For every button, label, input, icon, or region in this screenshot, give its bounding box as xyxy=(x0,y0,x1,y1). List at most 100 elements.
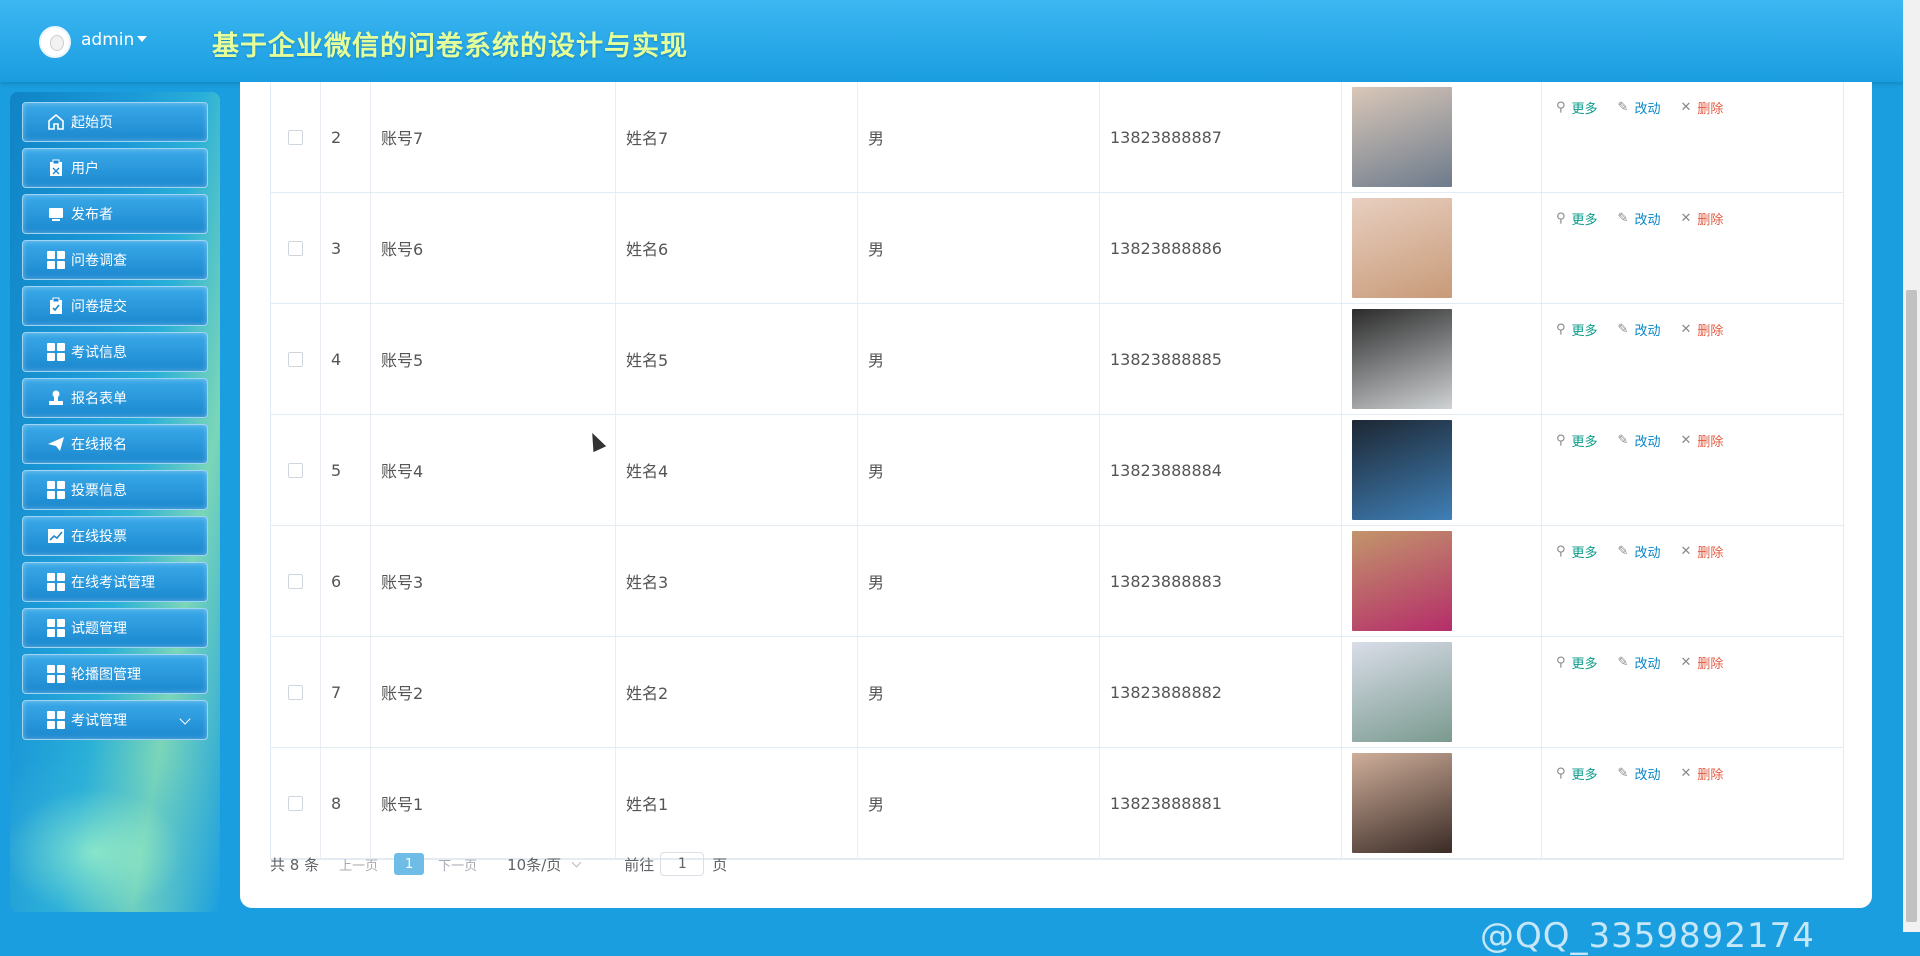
index-cell: 5 xyxy=(321,415,371,525)
more-label: 更多 xyxy=(1571,324,1598,339)
row-checkbox[interactable] xyxy=(288,240,303,256)
delete-button[interactable]: ✕ 删除 xyxy=(1680,431,1723,450)
scrollbar-thumb[interactable] xyxy=(1906,290,1917,922)
row-checkbox[interactable] xyxy=(288,684,303,700)
row-select-cell xyxy=(271,748,321,858)
edit-button[interactable]: ✎ 改动 xyxy=(1618,98,1661,117)
edit-button[interactable]: ✎ 改动 xyxy=(1618,764,1661,783)
watermark: CSDN @QQ_3359892174 xyxy=(1480,876,1815,956)
prev-page-button[interactable]: 上一页 xyxy=(339,855,378,874)
sidebar-item-4[interactable]: 问卷提交 xyxy=(22,286,208,326)
goto-page-input[interactable]: 1 xyxy=(660,852,705,876)
sex-value: 男 xyxy=(868,129,885,148)
table-row: 8 账号1 姓名1 男 13823888881 ⚲ 更多 ✎ 改动 ✕ 删除 xyxy=(271,748,1843,859)
sidebar-item-7[interactable]: 在线报名 xyxy=(22,424,208,464)
index-cell: 4 xyxy=(321,304,371,414)
row-checkbox[interactable] xyxy=(288,573,303,589)
sex-value: 男 xyxy=(868,462,885,481)
index-cell: 3 xyxy=(321,193,371,303)
photo-cell xyxy=(1342,82,1542,192)
sidebar-item-5[interactable]: 考试信息 xyxy=(22,332,208,372)
user-name[interactable]: admin xyxy=(81,30,134,50)
sidebar-item-label: 报名表单 xyxy=(71,391,127,407)
more-button[interactable]: ⚲ 更多 xyxy=(1556,653,1598,672)
sidebar-item-label: 用户 xyxy=(71,161,99,177)
edit-button[interactable]: ✎ 改动 xyxy=(1618,209,1661,228)
more-button[interactable]: ⚲ 更多 xyxy=(1556,431,1598,450)
more-button[interactable]: ⚲ 更多 xyxy=(1556,320,1598,339)
edit-button[interactable]: ✎ 改动 xyxy=(1618,653,1661,672)
sidebar-item-2[interactable]: 发布者 xyxy=(22,194,208,234)
sidebar-item-1[interactable]: 用户 xyxy=(22,148,208,188)
chevron-down-icon[interactable] xyxy=(571,857,582,867)
chevron-down-icon[interactable] xyxy=(179,713,191,725)
sidebar-item-label: 试题管理 xyxy=(71,621,127,637)
sidebar-item-13[interactable]: 考试管理 xyxy=(22,700,208,740)
photo-cell xyxy=(1342,304,1542,414)
delete-button[interactable]: ✕ 删除 xyxy=(1680,320,1723,339)
more-button[interactable]: ⚲ 更多 xyxy=(1556,209,1598,228)
more-button[interactable]: ⚲ 更多 xyxy=(1556,542,1598,561)
row-index: 7 xyxy=(331,682,342,702)
edit-button[interactable]: ✎ 改动 xyxy=(1618,320,1661,339)
user-avatar[interactable] xyxy=(39,26,71,58)
delete-button[interactable]: ✕ 删除 xyxy=(1680,653,1723,672)
edit-icon: ✎ xyxy=(1617,433,1629,448)
edit-icon: ✎ xyxy=(1617,100,1629,115)
sidebar-item-11[interactable]: 试题管理 xyxy=(22,608,208,648)
page-number-current[interactable]: 1 xyxy=(394,853,425,875)
sidebar-item-0[interactable]: 起始页 xyxy=(22,102,208,142)
row-index: 8 xyxy=(331,793,342,813)
delete-button[interactable]: ✕ 删除 xyxy=(1680,764,1723,783)
next-page-button[interactable]: 下一页 xyxy=(438,855,477,874)
search-icon: ⚲ xyxy=(1556,100,1566,115)
user-photo[interactable] xyxy=(1352,531,1452,631)
delete-button[interactable]: ✕ 删除 xyxy=(1680,209,1723,228)
grid-icon xyxy=(47,573,65,591)
sidebar: 起始页用户发布者问卷调查问卷提交考试信息报名表单在线报名投票信息在线投票在线考试… xyxy=(10,92,220,912)
more-label: 更多 xyxy=(1571,768,1598,783)
row-checkbox[interactable] xyxy=(288,129,303,145)
sex-cell: 男 xyxy=(858,415,1100,525)
delete-label: 删除 xyxy=(1697,213,1724,228)
sidebar-item-10[interactable]: 在线考试管理 xyxy=(22,562,208,602)
sidebar-item-label: 在线报名 xyxy=(71,437,127,453)
more-label: 更多 xyxy=(1571,657,1598,672)
user-photo[interactable] xyxy=(1352,309,1452,409)
sex-value: 男 xyxy=(868,684,885,703)
row-checkbox[interactable] xyxy=(288,462,303,478)
user-photo[interactable] xyxy=(1352,753,1452,853)
account-value: 账号3 xyxy=(381,573,424,592)
sidebar-item-label: 发布者 xyxy=(71,207,113,223)
edit-button[interactable]: ✎ 改动 xyxy=(1618,431,1661,450)
edit-label: 改动 xyxy=(1634,657,1661,672)
edit-label: 改动 xyxy=(1634,768,1661,783)
sidebar-item-3[interactable]: 问卷调查 xyxy=(22,240,208,280)
row-checkbox[interactable] xyxy=(288,351,303,367)
sidebar-item-12[interactable]: 轮播图管理 xyxy=(22,654,208,694)
more-button[interactable]: ⚲ 更多 xyxy=(1556,98,1598,117)
home-icon xyxy=(47,113,65,131)
account-cell: 账号6 xyxy=(371,193,616,303)
more-label: 更多 xyxy=(1571,102,1598,117)
row-checkbox[interactable] xyxy=(288,795,303,811)
delete-button[interactable]: ✕ 删除 xyxy=(1680,98,1723,117)
sidebar-item-8[interactable]: 投票信息 xyxy=(22,470,208,510)
user-photo[interactable] xyxy=(1352,198,1452,298)
sex-cell: 男 xyxy=(858,526,1100,636)
delete-button[interactable]: ✕ 删除 xyxy=(1680,542,1723,561)
page-size-select[interactable]: 10条/页 xyxy=(507,854,561,875)
page-scrollbar[interactable] xyxy=(1903,0,1920,932)
user-photo[interactable] xyxy=(1352,642,1452,742)
edit-button[interactable]: ✎ 改动 xyxy=(1618,542,1661,561)
sidebar-item-9[interactable]: 在线投票 xyxy=(22,516,208,556)
account-value: 账号5 xyxy=(381,351,424,370)
sidebar-item-6[interactable]: 报名表单 xyxy=(22,378,208,418)
table-row: 2 账号7 姓名7 男 13823888887 ⚲ 更多 ✎ 改动 ✕ 删除 xyxy=(271,82,1843,193)
actions-cell: ⚲ 更多 ✎ 改动 ✕ 删除 xyxy=(1542,82,1841,192)
user-menu-caret-icon[interactable] xyxy=(137,36,147,42)
more-button[interactable]: ⚲ 更多 xyxy=(1556,764,1598,783)
user-photo[interactable] xyxy=(1352,420,1452,520)
user-photo[interactable] xyxy=(1352,87,1452,187)
sidebar-menu: 起始页用户发布者问卷调查问卷提交考试信息报名表单在线报名投票信息在线投票在线考试… xyxy=(22,102,208,762)
